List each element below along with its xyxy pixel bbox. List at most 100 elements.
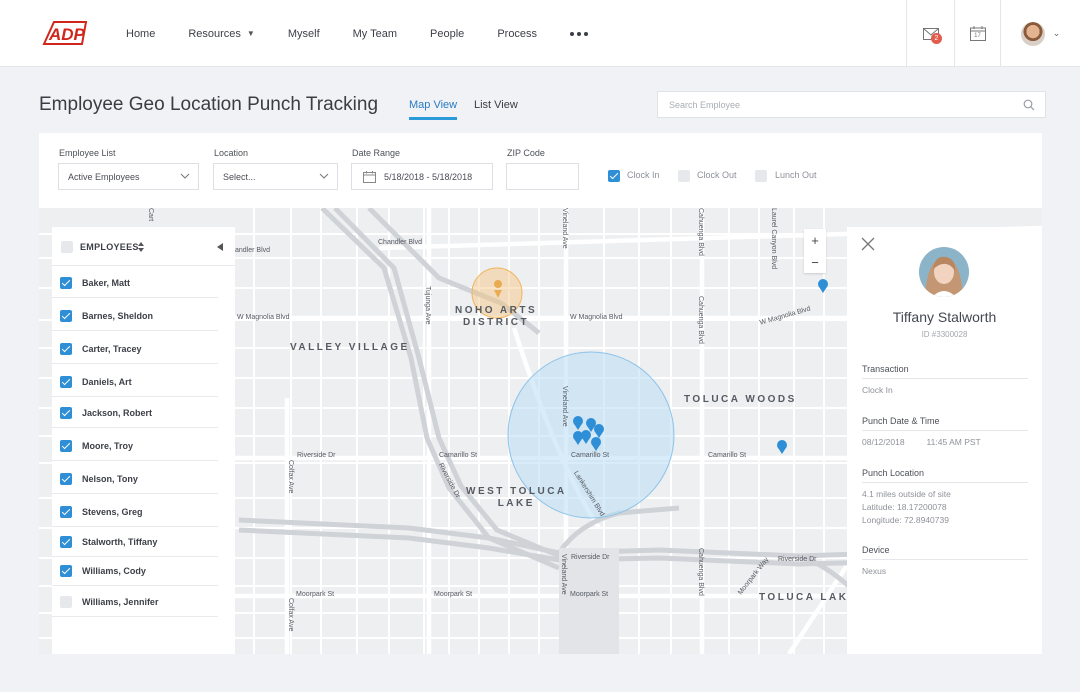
street-label: Camarillo St [439,452,478,459]
tab-list-view[interactable]: List View [474,99,518,111]
nav-myself[interactable]: Myself [274,28,334,40]
employee-list-item[interactable]: Barnes, Sheldon [52,301,218,331]
search-icon[interactable] [1023,99,1035,111]
clock-in-checkbox[interactable] [608,170,620,182]
street-label: Moorpark St [434,591,473,598]
chevron-down-icon [319,173,329,179]
device-label: Device [862,545,1028,560]
street-label: Riverside Dr [778,556,817,563]
employee-checkbox[interactable] [60,343,72,355]
employee-checkbox[interactable] [60,506,72,518]
employee-list-item[interactable]: Carter, Tracey [52,334,218,364]
street-label: Cahuenga Blvd [697,296,704,344]
main-nav: Home Resources ▼ Myself My Team People Pr… [112,0,594,67]
calendar-button[interactable]: 17 [954,0,1000,67]
employee-checkbox[interactable] [60,536,72,548]
sort-icon[interactable] [138,242,144,252]
filter-panel: Employee List Active Employees Location … [39,133,1042,208]
street-label: W Magnolia Blvd [570,314,623,321]
employee-checkbox[interactable] [60,473,72,485]
employee-list-select[interactable]: Active Employees [58,163,199,190]
avatar [1020,21,1045,46]
employee-name-label: Nelson, Tony [82,474,138,484]
profile-menu[interactable]: ⌄ [1000,0,1080,67]
employee-detail-panel: Tiffany Stalworth ID #3300028 Transactio… [847,227,1042,654]
employee-checkbox[interactable] [60,440,72,452]
page-title: Employee Geo Location Punch Tracking [39,94,379,115]
employee-list-item[interactable]: Nelson, Tony [52,464,218,494]
nav-home[interactable]: Home [112,28,169,40]
location-select[interactable]: Select... [213,163,338,190]
nav-myself-label: Myself [287,27,320,40]
employee-checkbox[interactable] [60,596,72,608]
employee-list-item[interactable]: Daniels, Art [52,367,218,397]
nav-my-team[interactable]: My Team [339,28,411,40]
employee-list-item[interactable]: Stalworth, Tiffany [52,527,218,557]
street-label: andler Blvd [235,247,271,254]
select-all-checkbox[interactable] [61,241,73,253]
ellipsis-icon[interactable] [564,26,594,42]
distance-from-site: 4.1 miles outside of site [862,489,951,499]
chevron-down-icon [180,173,190,179]
employee-name-label: Barnes, Sheldon [82,311,154,321]
employee-name-label: Jackson, Robert [82,408,153,418]
employee-checkbox[interactable] [60,277,72,289]
employee-list-item[interactable]: Williams, Cody [52,556,218,586]
employee-name-label: Moore, Troy [82,441,134,451]
close-icon[interactable] [861,237,875,251]
transaction-section: Transaction Clock In [862,364,1028,397]
punch-date-time-label: Punch Date & Time [862,416,1028,431]
nav-resources[interactable]: Resources ▼ [174,28,269,40]
nav-process[interactable]: Process [483,28,551,40]
employee-checkbox[interactable] [60,376,72,388]
employee-name-label: Williams, Jennifer [82,597,159,607]
punch-time-section: Punch Date & Time 08/12/2018 11:45 AM PST [862,416,1028,449]
street-label: Chandler Blvd [378,239,422,246]
employee-list-item[interactable]: Stevens, Greg [52,497,218,527]
employee-checkbox[interactable] [60,407,72,419]
punch-location-label: Punch Location [862,468,1028,483]
map-view[interactable]: Chandler Blvd andler Blvd W Magnolia Blv… [39,208,1042,654]
punch-location-section: Punch Location 4.1 miles outside of site… [862,468,1028,527]
street-label: Camarillo St [708,452,747,459]
employee-name-label: Williams, Cody [82,566,146,576]
employee-list-header: EMPLOYEES [52,237,235,266]
tab-map-view[interactable]: Map View [409,99,457,111]
search-input[interactable] [669,99,1009,110]
employee-checkbox[interactable] [60,310,72,322]
mail-badge: 2 [931,33,942,44]
date-range-label: Date Range [352,148,401,158]
employee-list-item[interactable]: Jackson, Robert [52,398,218,428]
zoom-in-button[interactable]: + [804,229,826,251]
employee-checkbox[interactable] [60,565,72,577]
nav-people[interactable]: People [416,28,478,40]
employee-list-item[interactable]: Williams, Jennifer [52,587,218,617]
chevron-down-icon: ⌄ [1052,28,1061,38]
zoom-out-button[interactable]: − [804,251,826,273]
street-label: Vineland Ave [561,208,568,249]
calendar-day: 17 [974,33,981,39]
clock-out-checkbox[interactable] [678,170,690,182]
employee-list-item[interactable]: Moore, Troy [52,431,218,461]
employee-list-item[interactable]: Baker, Matt [52,268,218,298]
street-label: Riverside Dr [571,554,610,561]
district-label: NOHO ARTS DISTRICT [455,305,538,328]
zip-code-input[interactable] [506,163,579,190]
messages-button[interactable]: 2 [906,0,954,67]
employees-heading[interactable]: EMPLOYEES [80,242,139,252]
employee-id: ID #3300028 [921,330,968,339]
district-label: WEST TOLUCA LAKE [466,486,567,509]
lunch-out-checkbox[interactable] [755,170,767,182]
punch-date: 08/12/2018 [862,437,905,447]
nav-resources-label: Resources [188,27,241,40]
employee-list-label: Employee List [59,148,116,158]
street-label: Moorpark St [570,591,609,598]
date-range-picker[interactable]: 5/18/2018 - 5/18/2018 [351,163,493,190]
nav-people-label: People [430,27,465,40]
employee-name-label: Carter, Tracey [82,344,142,354]
lunch-out-label: Lunch Out [775,170,817,180]
clock-out-label: Clock Out [697,170,737,180]
adp-logo[interactable]: ADP [40,20,88,46]
collapse-left-icon[interactable] [217,243,223,251]
clock-in-label: Clock In [627,170,660,180]
